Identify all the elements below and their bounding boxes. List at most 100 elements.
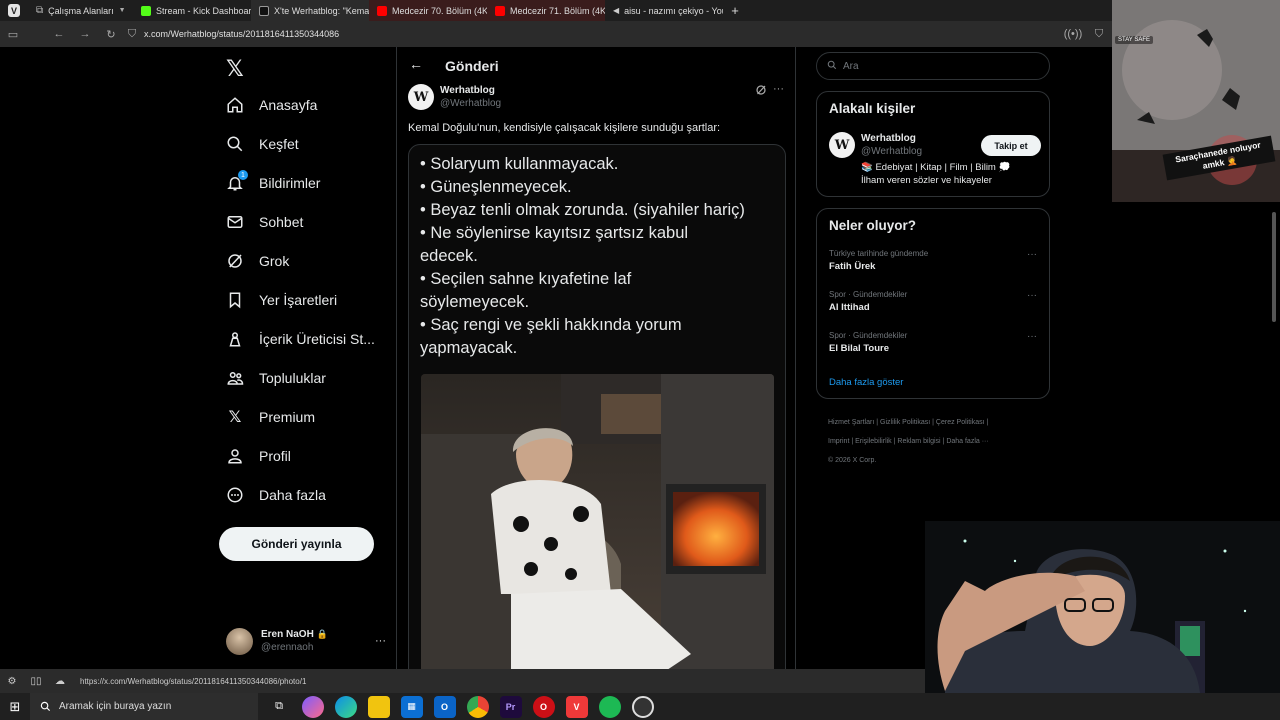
url-field[interactable]: x.com/Werhatblog/status/2011816411350344… bbox=[144, 29, 339, 39]
chrome-icon[interactable] bbox=[466, 695, 489, 718]
workspaces-icon: ⧉ bbox=[36, 5, 44, 16]
condition-line: • Ne söylenirse kayıtsız şartsız kabul bbox=[420, 224, 689, 242]
author-avatar[interactable]: W bbox=[408, 84, 434, 110]
x-logo-icon[interactable]: 𝕏 bbox=[226, 56, 244, 82]
account-handle: @erennaoh bbox=[261, 642, 314, 653]
trend-name: Al Ittihad bbox=[829, 302, 870, 313]
forward-icon[interactable]: → bbox=[72, 28, 98, 40]
related-handle[interactable]: @Werhatblog bbox=[861, 146, 922, 157]
x-logo-icon: 𝕏 bbox=[228, 409, 242, 426]
nav-profile[interactable]: Profil bbox=[225, 446, 291, 466]
workspaces-tab[interactable]: ⧉ Çalışma Alanları ▼ bbox=[28, 0, 133, 21]
outlook-icon[interactable]: O bbox=[433, 695, 456, 718]
trend-name: Fatih Ürek bbox=[829, 261, 876, 272]
nav-label: Sohbet bbox=[259, 214, 304, 230]
nav-more[interactable]: Daha fazla bbox=[225, 485, 326, 505]
creator-icon bbox=[225, 329, 245, 349]
search-box[interactable]: Ara bbox=[816, 52, 1050, 80]
nav-home[interactable]: Anasayfa bbox=[225, 95, 317, 115]
browser-tab-bar: V ⧉ Çalışma Alanları ▼ Stream - Kick Das… bbox=[0, 0, 1112, 21]
premiere-icon[interactable]: Pr bbox=[499, 695, 522, 718]
account-switcher[interactable]: Eren NaOH 🔒 @erennaoh ··· bbox=[226, 626, 386, 656]
trends-card: Neler oluyor? Türkiye tarihinde gündemde… bbox=[816, 208, 1050, 399]
nav-explore[interactable]: Keşfet bbox=[225, 134, 299, 154]
condition-line: • Güneşlenmeyecek. bbox=[420, 178, 572, 196]
nav-creator-studio[interactable]: İçerik Üreticisi St... bbox=[225, 329, 375, 349]
footer-link[interactable]: Çerez Politikası bbox=[936, 419, 985, 426]
panel-toggle-icon[interactable]: ▭ bbox=[0, 28, 26, 41]
author-avatar[interactable]: W bbox=[829, 132, 855, 158]
follow-button[interactable]: Takip et bbox=[981, 135, 1041, 156]
tab-x-post[interactable]: X'te Werhatblog: "Kemal D bbox=[251, 0, 369, 21]
show-more-link[interactable]: Daha fazla göster bbox=[829, 377, 903, 388]
taskbar-search[interactable]: Aramak için buraya yazın bbox=[30, 693, 258, 720]
related-people-card: Alakalı kişiler W Werhatblog @Werhatblog… bbox=[816, 91, 1050, 197]
nav-label: Grok bbox=[259, 253, 290, 269]
nav-label: Anasayfa bbox=[259, 97, 318, 113]
scrollbar-thumb[interactable] bbox=[1272, 212, 1276, 322]
bookmark-page-icon[interactable]: ⛉ bbox=[1086, 28, 1112, 41]
copilot-icon[interactable] bbox=[301, 695, 324, 718]
more-circle-icon bbox=[225, 485, 245, 505]
back-arrow-icon[interactable]: ← bbox=[409, 56, 423, 72]
post-photo[interactable] bbox=[421, 374, 774, 669]
search-input[interactable]: Ara bbox=[843, 61, 859, 72]
tab-kick-dashboard[interactable]: Stream - Kick Dashboard bbox=[133, 0, 251, 21]
shield-icon[interactable]: ⛉ bbox=[124, 28, 140, 41]
more-icon[interactable]: ··· bbox=[375, 635, 386, 647]
back-icon[interactable]: ← bbox=[46, 28, 72, 40]
windows-start-icon[interactable]: ⊞ bbox=[0, 699, 30, 715]
more-icon[interactable]: ··· bbox=[1027, 249, 1037, 260]
youtube-favicon-icon bbox=[495, 5, 505, 16]
edge-icon[interactable] bbox=[334, 695, 357, 718]
nav-communities[interactable]: Topluluklar bbox=[225, 368, 326, 388]
tab-youtube-medcezir-71[interactable]: Medcezir 71. Bölüm (4K) - Y bbox=[487, 0, 605, 21]
trend-name: El Bilal Toure bbox=[829, 343, 890, 354]
reload-icon[interactable]: ↻ bbox=[98, 28, 124, 41]
opera-icon[interactable]: O bbox=[532, 695, 555, 718]
related-name[interactable]: Werhatblog bbox=[861, 133, 916, 144]
chevron-down-icon: ▼ bbox=[118, 7, 126, 14]
footer-link[interactable]: Imprint bbox=[828, 438, 849, 445]
more-icon[interactable]: ··· bbox=[773, 83, 784, 95]
nav-premium[interactable]: 𝕏 Premium bbox=[225, 407, 315, 427]
post-media-card[interactable]: • Solaryum kullanmayacak. • Güneşlenmeye… bbox=[408, 144, 786, 669]
legal-footer: Hizmet Şartları | Gizlilik Politikası | … bbox=[828, 419, 989, 464]
footer-link[interactable]: Reklam bilgisi bbox=[897, 438, 940, 445]
nav-label: Premium bbox=[259, 409, 316, 425]
footer-link[interactable]: Hizmet Şartları bbox=[828, 419, 874, 426]
nav-chat[interactable]: Sohbet bbox=[225, 212, 303, 232]
tab-youtube-medcezir-70[interactable]: Medcezir 70. Bölüm (4K) - Y bbox=[369, 0, 487, 21]
trend-item[interactable]: Spor · Gündemdekiler Al Ittihad ··· bbox=[829, 290, 1037, 313]
trend-item[interactable]: Spor · Gündemdekiler El Bilal Toure ··· bbox=[829, 331, 1037, 354]
nav-bookmarks[interactable]: Yer İşaretleri bbox=[225, 290, 337, 310]
task-view-icon[interactable]: ⧉ bbox=[262, 700, 296, 713]
more-icon[interactable]: ··· bbox=[1027, 290, 1037, 301]
post-button[interactable]: Gönderi yayınla bbox=[219, 527, 374, 561]
nav-grok[interactable]: Grok bbox=[225, 251, 289, 271]
footer-link[interactable]: Gizlilik Politikası bbox=[880, 419, 930, 426]
footer-link[interactable]: Daha fazla ··· bbox=[946, 438, 988, 445]
nav-notifications[interactable]: 1 Bildirimler bbox=[225, 170, 320, 193]
tiling-icon[interactable]: ▯▯ bbox=[24, 676, 48, 687]
footer-link[interactable]: Erişilebilirlik bbox=[855, 438, 892, 445]
settings-icon[interactable]: ⚙ bbox=[0, 676, 24, 687]
condition-line: • Beyaz tenli olmak zorunda. (siyahiler … bbox=[420, 201, 745, 219]
vivaldi-menu-button[interactable]: V bbox=[0, 0, 28, 21]
more-icon[interactable]: ··· bbox=[1027, 331, 1037, 342]
grok-icon[interactable] bbox=[755, 84, 767, 99]
obs-icon[interactable] bbox=[631, 695, 654, 718]
new-tab-button[interactable]: + bbox=[723, 0, 747, 21]
spotify-icon[interactable] bbox=[598, 695, 621, 718]
store-icon[interactable]: ▦ bbox=[400, 695, 423, 718]
trend-item[interactable]: Türkiye tarihinde gündemde Fatih Ürek ··… bbox=[829, 249, 1037, 272]
condition-line: • Solaryum kullanmayacak. bbox=[420, 155, 619, 173]
taskbar-search-input[interactable]: Aramak için buraya yazın bbox=[59, 701, 171, 712]
cloud-icon[interactable]: ☁ bbox=[48, 676, 72, 687]
author-handle[interactable]: @Werhatblog bbox=[440, 98, 501, 109]
file-explorer-icon[interactable] bbox=[367, 695, 390, 718]
broadcast-icon[interactable]: ((•)) bbox=[1060, 28, 1086, 40]
tab-youtube-aisu[interactable]: ◀ aisu - nazımı çekiyo - YouTu bbox=[605, 0, 723, 21]
vivaldi-icon[interactable]: V bbox=[565, 695, 588, 718]
author-name[interactable]: Werhatblog bbox=[440, 85, 495, 96]
